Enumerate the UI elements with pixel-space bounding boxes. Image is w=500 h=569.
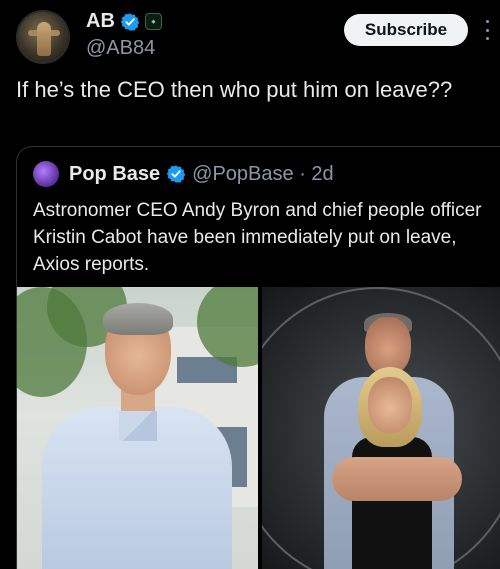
subscribe-button[interactable]: Subscribe [344,14,468,46]
author-avatar[interactable] [16,10,70,64]
quoted-post[interactable]: Pop Base @PopBase · 2d Astronomer CEO An… [16,146,500,569]
quoted-photo-portrait[interactable] [17,287,258,569]
quoted-author-name[interactable]: Pop Base [69,163,160,186]
verified-badge-icon [120,12,140,31]
quoted-author-avatar[interactable] [33,161,59,187]
affiliate-badge-icon[interactable]: ◆ [144,13,162,30]
author-handle[interactable]: @AB84 [86,37,155,60]
quoted-post-header: Pop Base @PopBase · 2d [33,161,334,187]
quoted-author-handle-time[interactable]: @PopBase · 2d [192,163,334,186]
author-name[interactable]: AB [86,10,115,33]
post-text: If he’s the CEO then who put him on leav… [16,77,453,102]
more-options-icon[interactable] [486,20,490,40]
quoted-photo-concert[interactable] [262,287,500,569]
quoted-post-text: Astronomer CEO Andy Byron and chief peop… [33,200,482,275]
post-header: AB ◆ @AB84 Subscribe [16,8,489,64]
author-name-row: AB ◆ [86,10,162,33]
verified-badge-icon [166,165,186,183]
